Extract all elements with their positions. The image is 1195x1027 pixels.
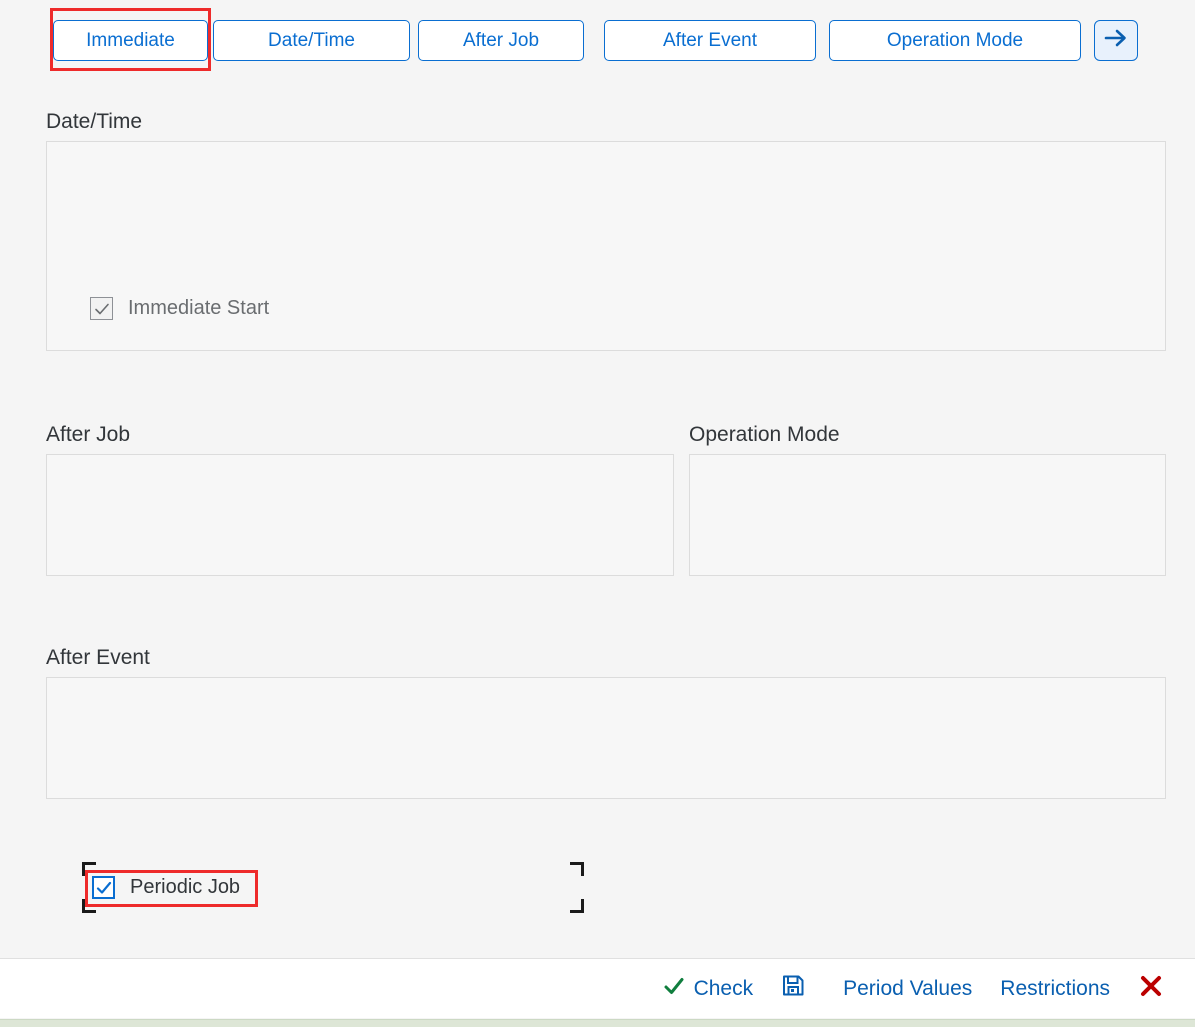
footer-action-group: Check Period Values Restrictions	[663, 959, 1173, 1018]
footer-toolbar: Check Period Values Restrictions	[0, 958, 1195, 1018]
check-button[interactable]: Check	[663, 975, 754, 1003]
selection-bracket-top-right	[570, 862, 584, 876]
save-button[interactable]	[781, 973, 815, 1004]
tab-operation-mode[interactable]: Operation Mode	[829, 20, 1081, 61]
floppy-disk-save-icon	[781, 973, 806, 1004]
restrictions-label: Restrictions	[1000, 976, 1110, 1000]
tab-after-job[interactable]: After Job	[418, 20, 584, 61]
immediate-start-checkbox[interactable]	[90, 297, 113, 320]
selection-bracket-top-left	[82, 862, 96, 876]
selection-bracket-bottom-left	[82, 899, 96, 913]
checkbox-row-immediate-start[interactable]: Immediate Start	[90, 297, 269, 320]
red-x-close-icon	[1138, 973, 1164, 1005]
green-checkmark-icon	[663, 975, 685, 1003]
restrictions-button[interactable]: Restrictions	[1000, 977, 1110, 1001]
cancel-button[interactable]	[1138, 973, 1173, 1005]
tab-immediate[interactable]: Immediate	[53, 20, 208, 61]
bottom-status-strip	[0, 1019, 1195, 1027]
overflow-next-button[interactable]	[1094, 20, 1138, 61]
panel-operation-mode	[689, 454, 1166, 576]
tab-after-event[interactable]: After Event	[604, 20, 816, 61]
checkmark-icon	[94, 303, 109, 314]
section-title-date-time: Date/Time	[46, 110, 143, 133]
arrow-right-icon	[1103, 27, 1129, 54]
section-title-after-job: After Job	[46, 423, 131, 446]
panel-after-event	[46, 677, 1166, 799]
check-button-label: Check	[693, 976, 754, 1000]
period-values-button[interactable]: Period Values	[843, 977, 972, 1001]
section-title-operation-mode: Operation Mode	[689, 423, 840, 446]
tab-date-time[interactable]: Date/Time	[213, 20, 410, 61]
selection-bracket-bottom-right	[570, 899, 584, 913]
section-title-after-event: After Event	[46, 646, 150, 669]
immediate-start-label: Immediate Start	[128, 297, 270, 319]
schedule-type-tabbar: Immediate Date/Time After Job After Even…	[0, 0, 1195, 80]
periodic-job-label: Periodic Job	[130, 876, 241, 898]
period-values-label: Period Values	[843, 976, 973, 1000]
periodic-job-checkbox[interactable]	[92, 876, 115, 899]
checkmark-icon	[96, 881, 111, 894]
panel-after-job	[46, 454, 674, 576]
panel-date-time: Immediate Start	[46, 141, 1166, 351]
checkbox-row-periodic-job[interactable]: Periodic Job	[92, 876, 240, 899]
